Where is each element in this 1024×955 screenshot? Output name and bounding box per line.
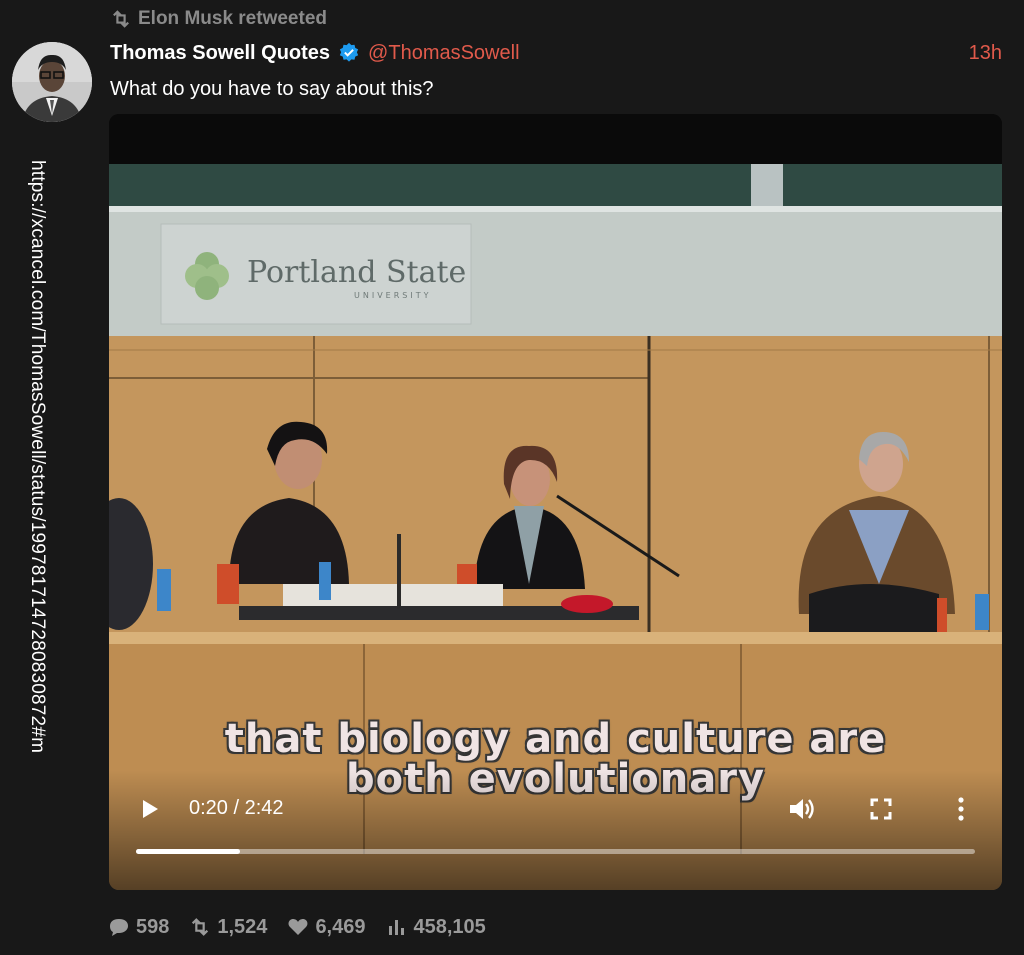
replies-stat[interactable]: 598 [108, 916, 169, 939]
fullscreen-icon[interactable] [869, 797, 893, 821]
views-stat[interactable]: 458,105 [386, 916, 486, 939]
volume-icon[interactable] [787, 794, 817, 824]
replies-count: 598 [136, 915, 170, 938]
tweet-header: Thomas Sowell Quotes @ThomasSowell 13h [110, 39, 1002, 67]
retweet-text: Elon Musk retweeted [138, 8, 327, 29]
avatar[interactable] [12, 42, 92, 122]
sign-subtext: UNIVERSITY [354, 291, 432, 300]
views-count: 458,105 [413, 915, 486, 938]
controls-overlay [109, 770, 1002, 890]
status-url[interactable]: https://xcancel.com/ThomasSowell/status/… [26, 160, 48, 753]
likes-count: 6,469 [315, 915, 366, 938]
time-readout: 0:20 / 2:42 [189, 797, 284, 819]
sign-text: Portland State [247, 255, 466, 290]
tweet-stats: 598 1,524 6,469 458,105 [108, 914, 506, 940]
author-handle[interactable]: @ThomasSowell [368, 42, 519, 65]
retweet-icon [113, 10, 129, 28]
reply-icon [110, 919, 128, 936]
likes-stat[interactable]: 6,469 [287, 915, 366, 939]
progress-bar[interactable] [136, 849, 975, 854]
retweet-icon [192, 918, 209, 936]
tweet-time[interactable]: 13h [969, 42, 1002, 65]
more-options-icon[interactable] [949, 796, 973, 822]
progress-fill [136, 849, 240, 854]
video-player[interactable]: Portland State UNIVERSITY that biology an… [109, 114, 1002, 890]
retweets-count: 1,524 [217, 915, 268, 938]
heart-icon [288, 919, 308, 935]
tweet-text: What do you have to say about this? [110, 78, 434, 100]
views-chart-icon [388, 920, 404, 935]
retweet-indicator: Elon Musk retweeted [110, 7, 327, 31]
play-icon[interactable] [139, 798, 161, 820]
retweets-stat[interactable]: 1,524 [189, 916, 267, 939]
verified-badge-icon [339, 42, 359, 62]
author-name[interactable]: Thomas Sowell Quotes [110, 42, 330, 65]
caption-line-1: that biology and culture are [224, 716, 887, 762]
